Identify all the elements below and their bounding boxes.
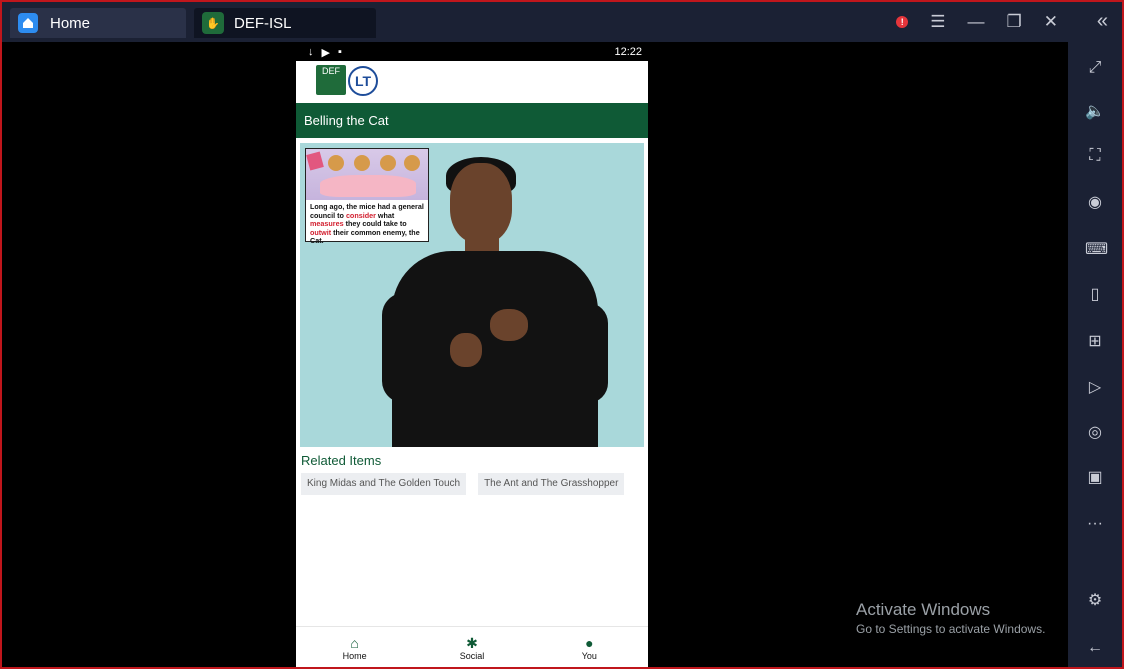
mouse-figure [354, 155, 370, 171]
emulator-sidebar: ⤢ 🔈 ⛶ ◉ ⌨ ▯ ⊞ ▷ ◎ ▣ ··· ⚙ ← [1068, 42, 1122, 667]
nav-social[interactable]: ✱ Social [413, 627, 530, 667]
status-bar: ↓ ▶ ▪ 12:22 [296, 43, 648, 61]
nav-social-label: Social [459, 651, 485, 661]
title-bar: Home ✋ DEF-ISL ! ☰ — ❐ ✕ « [2, 2, 1122, 42]
eye-icon[interactable]: ◉ [1085, 193, 1105, 213]
notification-icon: ▪ [337, 45, 342, 58]
restore-icon[interactable]: ❐ [1007, 12, 1022, 32]
window-controls: ! ☰ — ❐ ✕ [896, 2, 1058, 42]
alert-icon[interactable]: ! [896, 16, 909, 28]
def-app-icon: ✋ [202, 12, 224, 34]
presenter-right-hand [490, 309, 528, 341]
card-shape [306, 151, 324, 171]
collapse-sidebar-icon[interactable]: « [1097, 10, 1108, 33]
presenter-head [450, 163, 512, 243]
watermark-subtitle: Go to Settings to activate Windows. [856, 622, 1046, 636]
related-items-list: King Midas and The Golden Touch The Ant … [301, 473, 625, 495]
gamepad-icon[interactable]: ⊞ [1085, 332, 1105, 352]
home-icon: ⌂ [350, 635, 359, 651]
presenter-torso [392, 251, 598, 447]
tab-def-isl[interactable]: ✋ DEF-ISL [194, 8, 376, 38]
story-illustration-card: Long ago, the mice had a general council… [305, 148, 429, 245]
tab-home-label: Home [50, 14, 91, 32]
back-icon[interactable]: ← [1085, 638, 1105, 658]
nav-home[interactable]: ⌂ Home [296, 627, 413, 667]
minimize-icon[interactable]: — [968, 12, 985, 32]
app-header: DEF LT [296, 61, 648, 103]
status-time: 12:22 [614, 46, 642, 58]
fullscreen-icon[interactable]: ⤢ [1085, 58, 1105, 78]
camera-icon[interactable]: ◎ [1085, 423, 1105, 443]
record-icon[interactable]: ▣ [1085, 468, 1105, 488]
def-logo: DEF [316, 65, 346, 95]
more-icon[interactable]: ··· [1085, 514, 1105, 534]
lt-logo: LT [348, 66, 378, 96]
bottom-navigation: ⌂ Home ✱ Social ● You [296, 626, 648, 667]
nav-you[interactable]: ● You [531, 627, 648, 667]
play-icon: ▶ [321, 46, 330, 59]
tab-home[interactable]: Home [10, 8, 186, 38]
tab-def-isl-label: DEF-ISL [234, 14, 292, 32]
close-icon[interactable]: ✕ [1044, 12, 1058, 32]
menu-icon[interactable]: ☰ [930, 12, 945, 32]
presenter-left-hand [450, 333, 482, 367]
mice-illustration [306, 149, 428, 200]
related-item-king-midas[interactable]: King Midas and The Golden Touch [301, 473, 467, 495]
volume-icon[interactable]: 🔈 [1085, 102, 1105, 122]
android-screen: ↓ ▶ ▪ 12:22 DEF LT Belling the Cat Long … [296, 43, 648, 667]
related-items-heading: Related Items [301, 453, 382, 468]
related-item-ant-grasshopper[interactable]: The Ant and The Grasshopper [478, 473, 625, 495]
mouse-figure [404, 155, 420, 171]
profile-icon: ● [585, 635, 594, 651]
watermark-title: Activate Windows [856, 600, 991, 619]
mouse-figure [380, 155, 396, 171]
story-title-bar: Belling the Cat [296, 103, 648, 138]
home-icon [18, 13, 38, 33]
def-logo-text: DEF [322, 66, 340, 76]
keyboard-icon[interactable]: ⌨ [1085, 240, 1108, 260]
activate-windows-watermark: Activate Windows Go to Settings to activ… [856, 600, 1045, 636]
nav-home-label: Home [342, 651, 367, 661]
media-icon[interactable]: ▷ [1085, 378, 1105, 398]
paw-shape [320, 175, 416, 197]
social-icon: ✱ [466, 635, 478, 651]
emulator-window: Home ✋ DEF-ISL ! ☰ — ❐ ✕ « ⤢ 🔈 ⛶ ◉ ⌨ ▯ ⊞… [0, 0, 1124, 669]
story-title: Belling the Cat [304, 113, 389, 128]
sign-language-video[interactable]: Long ago, the mice had a general council… [300, 143, 644, 447]
settings-icon[interactable]: ⚙ [1085, 591, 1105, 611]
nav-you-label: You [581, 651, 597, 661]
download-icon: ↓ [308, 45, 314, 58]
mouse-figure [328, 155, 344, 171]
story-caption: Long ago, the mice had a general council… [306, 200, 428, 249]
phone-icon[interactable]: ▯ [1085, 285, 1105, 305]
screen-select-icon[interactable]: ⛶ [1085, 146, 1105, 166]
